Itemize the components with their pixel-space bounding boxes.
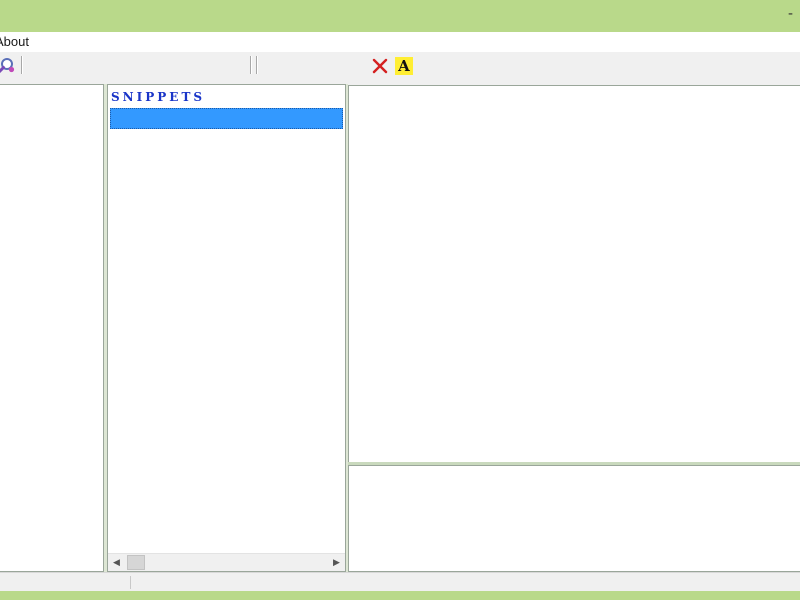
snippets-header: SNIPPETS — [111, 90, 206, 104]
font-icon[interactable]: A — [393, 55, 415, 77]
snippet-notes-pane[interactable] — [348, 465, 800, 572]
scroll-right-arrow-icon[interactable]: ▶ — [328, 554, 345, 571]
horizontal-scrollbar[interactable]: ◀ ▶ — [108, 553, 345, 571]
snippet-editor-pane[interactable] — [348, 85, 800, 464]
scroll-thumb[interactable] — [127, 555, 145, 570]
status-bar — [0, 572, 800, 591]
search-icon[interactable] — [0, 55, 18, 77]
status-separator — [130, 576, 131, 589]
menu-bar: About — [0, 32, 800, 52]
delete-icon[interactable] — [369, 55, 391, 77]
toolbar: A — [0, 52, 800, 80]
toolbar-separator — [256, 56, 258, 74]
scroll-left-arrow-icon[interactable]: ◀ — [108, 554, 125, 571]
folder-tree-pane[interactable] — [0, 84, 104, 572]
menu-item-about[interactable]: About — [0, 32, 29, 52]
snippet-list-item-selected[interactable] — [110, 108, 343, 129]
snippets-pane[interactable] — [107, 84, 346, 572]
toolbar-separator — [21, 56, 23, 74]
title-bar — [0, 0, 800, 32]
window-frame-bottom — [0, 591, 800, 600]
toolbar-separator — [250, 56, 252, 74]
font-icon-glyph: A — [395, 57, 413, 75]
minimize-button[interactable]: - — [788, 4, 800, 24]
